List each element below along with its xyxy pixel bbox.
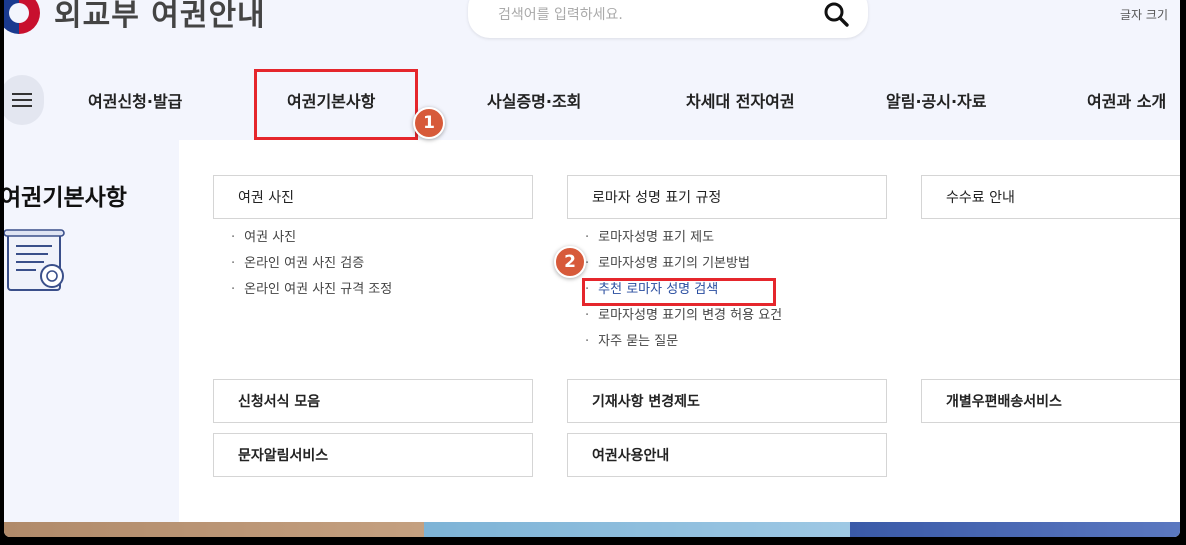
card-record-change[interactable]: 기재사항 변경제도 [567,379,887,423]
sub-link-romanization-system[interactable]: 로마자성명 표기 제도 [585,225,782,251]
nav-item-about[interactable]: 여권과 소개 [1087,88,1166,112]
sub-link-faq[interactable]: 자주 묻는 질문 [585,329,782,355]
highlight-box-submenu [582,278,776,306]
card-application-forms[interactable]: 신청서식 모음 [213,379,533,423]
hamburger-menu-icon [12,93,32,107]
government-emblem-icon[interactable] [4,0,40,34]
sub-link-romanization-change[interactable]: 로마자성명 표기의 변경 허용 요건 [585,303,782,329]
card-romanization-rules[interactable]: 로마자 성명 표기 규정 [567,175,887,219]
main-nav: 여권신청·발급 여권기본사항 사실증명·조회 차세대 전자여권 알림·공시·자료… [4,60,1180,140]
site-title[interactable]: 외교부 여권안내 [54,0,266,34]
document-certificate-icon [4,229,65,291]
menu-button[interactable] [4,75,44,125]
nav-item-notices[interactable]: 알림·공시·자료 [886,88,986,112]
step-badge-2: 2 [554,246,586,278]
font-size-control[interactable]: 글자 크기 [1120,6,1168,23]
card-postal-delivery[interactable]: 개별우편배송서비스 [921,379,1180,423]
card-fee-info[interactable]: 수수료 안내 [921,175,1180,219]
footer-banner-strip [4,522,1180,537]
section-title: 여권기본사항 [4,185,127,211]
search-box [468,0,868,38]
nav-item-passport-application[interactable]: 여권신청·발급 [88,88,182,112]
search-input[interactable] [498,0,798,30]
banner-segment [4,522,424,537]
sub-link-online-photo-resize[interactable]: 온라인 여권 사진 규격 조정 [231,277,392,303]
sub-link-online-photo-verify[interactable]: 온라인 여권 사진 검증 [231,251,392,277]
section-sidebar: 여권기본사항 [4,140,179,522]
card-passport-usage[interactable]: 여권사용안내 [567,433,887,477]
sub-link-passport-photo[interactable]: 여권 사진 [231,225,392,251]
banner-segment [850,522,1180,537]
card-passport-photo[interactable]: 여권 사진 [213,175,533,219]
browser-viewport: 외교부 여권안내 글자 크기 여권신청·발급 여권기본사항 사실증명·조회 차세… [4,0,1180,537]
sub-link-romanization-basic[interactable]: 로마자성명 표기의 기본방법 [585,251,782,277]
banner-segment [424,522,850,537]
top-header: 외교부 여권안내 글자 크기 [4,0,1180,60]
highlight-box-nav [254,69,418,140]
step-badge-1: 1 [413,107,445,139]
photo-sublist: 여권 사진 온라인 여권 사진 검증 온라인 여권 사진 규격 조정 [231,225,392,303]
nav-item-next-gen-passport[interactable]: 차세대 전자여권 [686,88,795,112]
search-icon[interactable] [822,0,850,28]
nav-item-certificate-inquiry[interactable]: 사실증명·조회 [487,88,581,112]
card-sms-service[interactable]: 문자알림서비스 [213,433,533,477]
